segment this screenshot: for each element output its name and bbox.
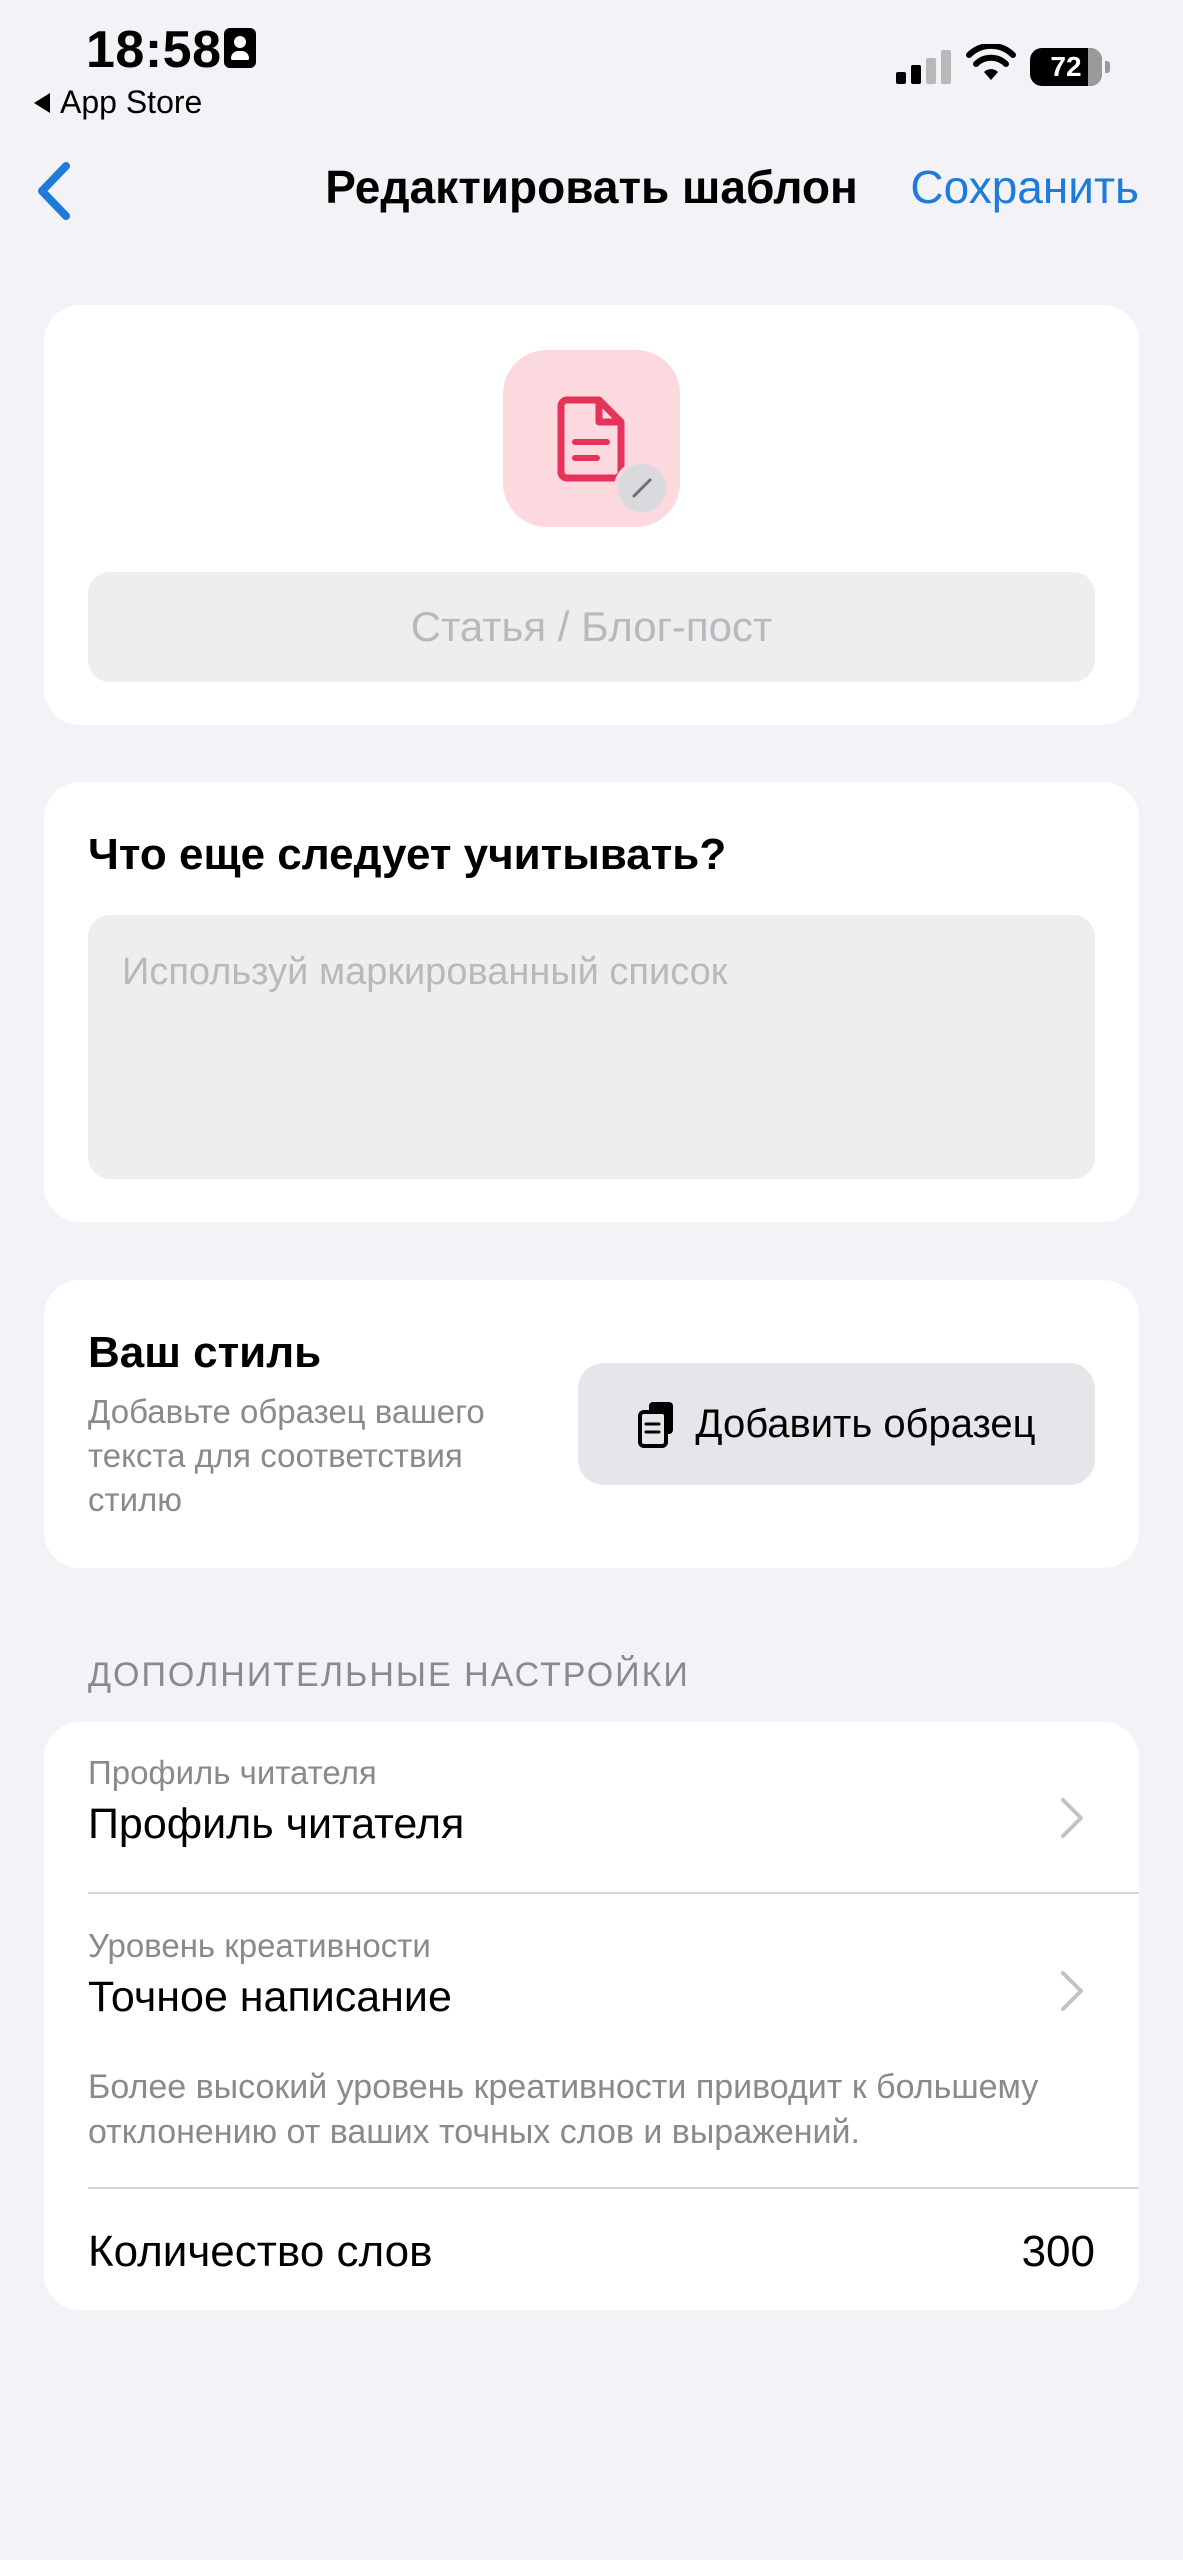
add-sample-button[interactable]: Добавить образец: [578, 1363, 1095, 1485]
creativity-hint: Более высокий уровень креативности приво…: [88, 2068, 1039, 2151]
word-count-row[interactable]: Количество слов 300: [88, 2212, 1095, 2292]
advanced-settings-card: Профиль читателя Профиль читателя Уровен…: [44, 1722, 1139, 2310]
divider: [88, 1892, 1139, 1894]
battery-level: 72: [1050, 51, 1082, 82]
pencil-icon: [632, 478, 652, 498]
add-sample-label: Добавить образец: [695, 1401, 1036, 1446]
creativity-row[interactable]: Уровень креативности Точное написание: [88, 1927, 1139, 2047]
style-heading: Ваш стиль: [88, 1328, 322, 1377]
considerations-heading: Что еще следует учитывать?: [88, 830, 727, 879]
considerations-card: Что еще следует учитывать?: [44, 782, 1139, 1222]
reader-profile-row[interactable]: Профиль читателя Профиль читателя: [88, 1754, 1139, 1894]
divider: [88, 2187, 1139, 2189]
back-to-app-link[interactable]: App Store: [34, 84, 202, 121]
template-header-card: [44, 305, 1139, 725]
word-count-value[interactable]: 300: [1022, 2227, 1095, 2277]
reader-profile-value: Профиль читателя: [88, 1800, 465, 1848]
creativity-value: Точное написание: [88, 1973, 452, 2021]
documents-copy-icon: [638, 1402, 674, 1448]
status-bar: 18:58 App Store 72: [0, 0, 1183, 130]
cellular-signal-icon: [896, 50, 951, 84]
word-count-label: Количество слов: [88, 2227, 433, 2276]
wifi-icon: [966, 44, 1016, 80]
reader-profile-label: Профиль читателя: [88, 1754, 377, 1791]
style-card: Ваш стиль Добавьте образец вашего текста…: [44, 1280, 1139, 1568]
back-app-label: App Store: [60, 84, 203, 120]
battery-icon: 72: [1030, 48, 1110, 86]
back-triangle-icon: [34, 92, 50, 113]
document-icon: [557, 396, 625, 482]
chevron-right-icon: [1061, 1798, 1083, 1838]
creativity-label: Уровень креативности: [88, 1927, 431, 1964]
edit-pencil-badge[interactable]: [614, 460, 670, 516]
chevron-right-icon: [1061, 1971, 1083, 2011]
template-title-input[interactable]: [88, 572, 1095, 682]
status-time: 18:58: [86, 21, 222, 79]
style-description: Добавьте образец вашего текста для соотв…: [88, 1393, 485, 1518]
considerations-textarea[interactable]: [88, 915, 1095, 1179]
template-icon-button[interactable]: [503, 350, 680, 527]
advanced-settings-header: ДОПОЛНИТЕЛЬНЫЕ НАСТРОЙКИ: [88, 1656, 690, 1694]
contact-card-icon: [224, 28, 256, 68]
save-button[interactable]: Сохранить: [910, 160, 1139, 214]
